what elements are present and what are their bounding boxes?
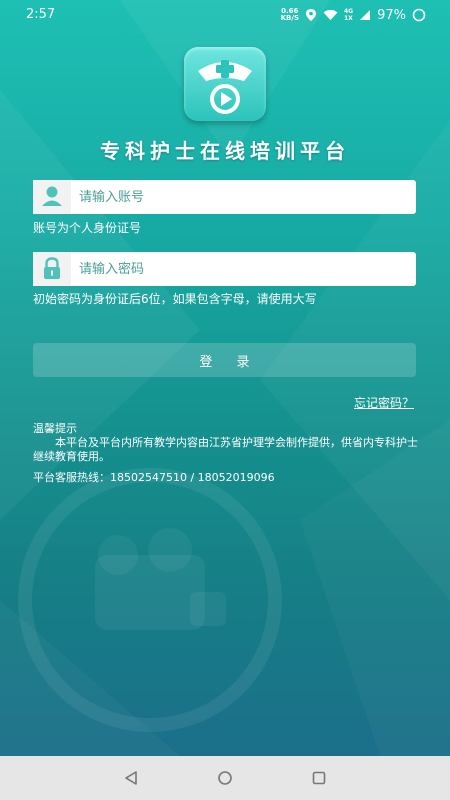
status-icons: 0.66 KB/S 4G 1X 97% [281, 5, 426, 25]
account-field[interactable] [33, 180, 416, 214]
wifi-icon [323, 9, 338, 20]
home-icon[interactable] [213, 766, 237, 790]
customer-service-hotline: 平台客服热线：18502547510 / 18052019096 [33, 471, 275, 484]
recents-icon[interactable] [307, 766, 331, 790]
app-logo [184, 47, 266, 121]
status-time: 2:57 [26, 7, 56, 22]
tips-section: 温馨提示 本平台及平台内所有教学内容由江苏省护理学会制作提供，供省内专科护士继续… [33, 422, 418, 464]
tips-heading: 温馨提示 [33, 422, 77, 435]
signal-icon [360, 10, 371, 20]
login-button[interactable]: 登 录 [33, 343, 416, 377]
account-hint: 账号为个人身份证号 [33, 221, 142, 235]
password-field[interactable] [33, 252, 416, 286]
password-icon-box [33, 252, 71, 286]
status-bar: 2:57 0.66 KB/S 4G 1X 97% [0, 0, 450, 30]
password-input[interactable] [79, 252, 399, 286]
user-icon [33, 180, 71, 214]
navigation-bar [0, 756, 450, 800]
account-icon-box [33, 180, 71, 214]
lock-icon [33, 252, 71, 286]
location-icon [305, 9, 316, 21]
tips-body: 本平台及平台内所有教学内容由江苏省护理学会制作提供，供省内专科护士继续教育使用。 [33, 436, 418, 463]
network-type: 4G 1X [343, 8, 354, 22]
battery-icon [412, 8, 426, 22]
login-screen: 2:57 0.66 KB/S 4G 1X 97% 专科护士在线培训平台 请输入账… [0, 0, 450, 756]
nurse-cap-play-icon [198, 60, 252, 114]
account-input[interactable] [79, 180, 399, 214]
forgot-password-link[interactable]: 忘记密码？ [354, 394, 414, 411]
network-speed: 0.66 KB/S [280, 7, 299, 22]
battery-percentage: 97% [377, 7, 406, 23]
back-icon[interactable] [119, 766, 143, 790]
password-hint: 初始密码为身份证后6位，如果包含字母，请使用大写 [33, 292, 317, 306]
app-title: 专科护士在线培训平台 [100, 139, 350, 163]
